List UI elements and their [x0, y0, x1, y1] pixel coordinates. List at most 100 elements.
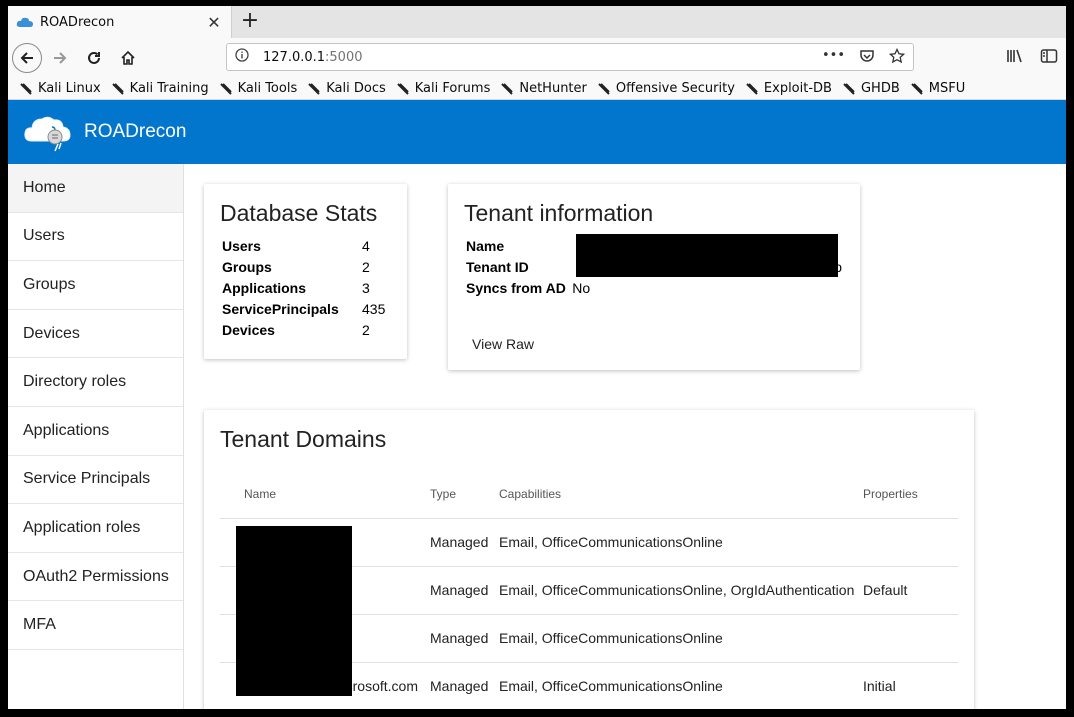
redaction-box — [236, 526, 352, 696]
domain-properties-cell: Default — [855, 566, 958, 615]
sidebar-item-application-roles[interactable]: Application roles — [8, 504, 183, 553]
reload-icon — [88, 51, 100, 64]
tenant-domains-title: Tenant Domains — [220, 426, 387, 452]
library-icon[interactable] — [1006, 48, 1024, 68]
sidebar-item-home[interactable]: Home — [8, 164, 183, 213]
home-button[interactable] — [112, 42, 144, 74]
sidebar-item-oauth2-permissions[interactable]: OAuth2 Permissions — [8, 553, 183, 602]
sidebar-item-directory-roles[interactable]: Directory roles — [8, 358, 183, 407]
exploitdb-icon — [744, 82, 760, 96]
column-header-name[interactable]: Name — [220, 470, 422, 519]
stats-value: 2 — [362, 321, 370, 338]
stats-row: Users 4 — [220, 235, 387, 256]
stats-key: Groups — [222, 258, 272, 275]
bookmark-label: Exploit-DB — [763, 81, 832, 96]
cloud-favicon-icon — [16, 16, 34, 28]
star-bookmark-icon[interactable] — [888, 47, 906, 68]
sidebar-item-applications[interactable]: Applications — [8, 407, 183, 456]
url-port: :5000 — [325, 49, 363, 65]
bookmark-label: Offensive Security — [615, 81, 735, 96]
bookmark-item[interactable]: NetHunter — [499, 81, 587, 96]
stats-row: Groups 2 — [220, 256, 387, 277]
tenant-information-card: Tenant information Name Tenant ID o Syncs f… — [448, 184, 860, 370]
tenant-row: Syncs from AD No — [464, 277, 844, 298]
url-bar[interactable]: 127.0.0.1:5000 ••• — [226, 43, 914, 71]
stats-key: Applications — [222, 279, 307, 296]
stats-key: ServicePrincipals — [222, 300, 339, 317]
column-header-capabilities[interactable]: Capabilities — [491, 470, 855, 519]
bookmark-item[interactable]: GHDB — [841, 81, 900, 96]
browser-tab[interactable]: ROADrecon ✕ — [8, 6, 232, 38]
bookmark-item[interactable]: Offensive Security — [596, 81, 735, 96]
bookmark-label: MSFU — [928, 81, 966, 96]
forward-arrow-icon — [54, 52, 67, 64]
new-tab-button[interactable]: + — [238, 8, 262, 33]
kali-dragon-icon — [110, 82, 126, 96]
stats-key: Devices — [222, 321, 275, 338]
url-host: 127.0.0.1 — [263, 49, 326, 65]
tenant-domains-card: Tenant Domains Name Type Capabilities Pr… — [204, 410, 974, 709]
bookmark-item[interactable]: Kali Forums — [395, 81, 491, 96]
kali-dragon-icon — [395, 82, 411, 96]
pocket-icon[interactable] — [859, 48, 875, 68]
domain-capabilities-cell: Email, OfficeCommunicationsOnline — [491, 614, 855, 663]
kali-dragon-icon — [18, 82, 34, 96]
domain-capabilities-cell: Email, OfficeCommunicationsOnline, OrgId… — [491, 566, 855, 615]
msfu-icon — [909, 82, 925, 96]
domain-type-cell: Managed — [422, 518, 491, 567]
sidebar-item-devices[interactable]: Devices — [8, 310, 183, 359]
sidebar-item-users[interactable]: Users — [8, 213, 183, 262]
domain-properties-cell — [855, 518, 958, 567]
bookmark-label: Kali Forums — [414, 81, 491, 96]
bookmark-item[interactable]: Kali Tools — [218, 81, 297, 96]
reload-button[interactable] — [78, 42, 110, 74]
sidebar-nav: Home Users Groups Devices Directory roles App… — [8, 164, 184, 709]
forward-button[interactable] — [44, 42, 76, 74]
back-arrow-icon — [20, 52, 33, 64]
domain-type-cell: Managed — [422, 662, 491, 709]
ghdb-icon — [841, 82, 857, 96]
stats-row: Devices 2 — [220, 319, 387, 340]
sidebar-item-mfa[interactable]: MFA — [8, 601, 183, 650]
table-header-row: Name Type Capabilities Properties — [220, 470, 958, 519]
navigation-bar: 127.0.0.1:5000 ••• — [8, 38, 1066, 78]
bookmark-label: Kali Linux — [38, 81, 101, 96]
stats-key: Users — [222, 237, 261, 254]
kali-docs-icon — [306, 82, 322, 96]
bookmark-item[interactable]: Kali Training — [110, 81, 209, 96]
stats-row: ServicePrincipals 435 — [220, 298, 387, 319]
bookmark-label: Kali Training — [129, 81, 209, 96]
back-button[interactable] — [12, 43, 42, 73]
stats-value: 435 — [362, 300, 386, 317]
offsec-icon — [596, 82, 612, 96]
nethunter-icon — [499, 82, 515, 96]
roadrecon-cloud-logo-icon — [24, 116, 71, 152]
database-stats-table: Users 4 Groups 2 Applications 3 ServicePrincip… — [220, 235, 387, 340]
sidebar-item-service-principals[interactable]: Service Principals — [8, 456, 183, 505]
tenant-key: Syncs from AD — [466, 279, 566, 296]
domain-type-cell: Managed — [422, 566, 491, 615]
sidebar-toggle-icon[interactable] — [1040, 48, 1058, 68]
bookmark-item[interactable]: Exploit-DB — [744, 81, 832, 96]
column-header-properties[interactable]: Properties — [855, 470, 958, 519]
tenant-key: Tenant ID — [466, 258, 529, 275]
database-stats-card: Database Stats Users 4 Groups 2 Applications… — [204, 184, 407, 359]
domain-capabilities-cell: Email, OfficeCommunicationsOnline — [491, 662, 855, 709]
bookmark-item[interactable]: Kali Linux — [18, 81, 101, 96]
database-stats-title: Database Stats — [220, 200, 378, 226]
bookmark-item[interactable]: MSFU — [909, 81, 965, 96]
redaction-box — [576, 234, 838, 277]
info-icon[interactable] — [235, 48, 251, 66]
bookmark-item[interactable]: Kali Docs — [306, 81, 386, 96]
tab-title: ROADrecon — [40, 14, 115, 30]
sidebar-item-groups[interactable]: Groups — [8, 261, 183, 310]
view-raw-button[interactable]: View Raw — [464, 332, 542, 356]
close-tab-icon[interactable]: ✕ — [203, 13, 225, 32]
domain-properties-cell: Initial — [855, 662, 958, 709]
stats-value: 2 — [362, 258, 370, 275]
domain-properties-cell — [855, 614, 958, 663]
home-icon — [121, 50, 135, 65]
column-header-type[interactable]: Type — [422, 470, 491, 519]
page-actions-icon[interactable]: ••• — [822, 48, 845, 68]
tenant-value: No — [572, 279, 591, 296]
